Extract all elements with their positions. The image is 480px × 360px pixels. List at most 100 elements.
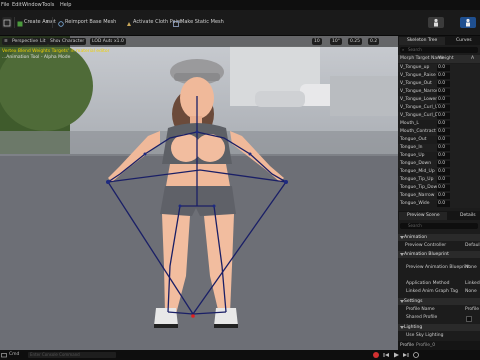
morph-target-weight-input[interactable]: 0.0 <box>437 145 450 151</box>
morph-target-weight-input[interactable]: 0.0 <box>437 161 450 167</box>
skip-forward-icon[interactable] <box>402 351 410 359</box>
character-button[interactable]: Character <box>60 38 87 45</box>
make-static-mesh-button[interactable]: Make Static Mesh <box>180 19 224 27</box>
morph-target-row[interactable]: Mouth_Contract 0.0 <box>398 128 480 136</box>
morph-target-weight-input[interactable]: 0.0 <box>437 177 450 183</box>
cmd-dropdown[interactable]: Cmd <box>9 352 19 357</box>
morph-target-name: V_Tongue_Out <box>400 81 432 86</box>
viewport[interactable]: ≡ Perspective Lit Show Character LOD Aut… <box>0 36 398 350</box>
morph-target-weight-input[interactable]: 0.0 <box>437 201 450 207</box>
section-animation-blueprint[interactable]: Animation Blueprint <box>398 251 480 258</box>
morph-target-name: V_Tongue_up <box>400 65 430 70</box>
morph-target-weight-input[interactable]: 0.0 <box>437 137 450 143</box>
morph-target-weight-input[interactable]: 0.0 <box>437 193 450 199</box>
camera-speed-button[interactable]: 0.2 <box>368 38 380 45</box>
shared-profile-checkbox[interactable] <box>466 316 472 322</box>
morph-target-auto-cell <box>450 112 480 120</box>
morph-target-row[interactable]: Tongue_Mid_Up 0.0 <box>398 168 480 176</box>
morph-target-row[interactable]: V_Tongue_Raise 0.0 <box>398 72 480 80</box>
morph-target-weight-input[interactable]: 0.0 <box>437 169 450 175</box>
playback-speed-button[interactable]: x1.0 <box>112 38 126 45</box>
scale-snap-button[interactable]: 0.25 <box>348 38 363 45</box>
tab-skeleton-tree[interactable]: Skeleton Tree <box>399 37 445 45</box>
morph-target-weight-input[interactable]: 0.0 <box>437 185 450 191</box>
morph-target-row[interactable]: V_Tongue_up 0.0 <box>398 64 480 72</box>
morph-target-weight-input[interactable]: 0.0 <box>437 121 450 127</box>
morph-table-header: Morph Target Name Weight A <box>398 55 480 63</box>
linked-anim-graph-row: Linked Anim Graph Tag None <box>406 288 477 296</box>
skip-back-icon[interactable] <box>382 351 390 359</box>
morph-target-auto-cell <box>450 128 480 136</box>
grid-snap-button[interactable]: 10 <box>312 38 322 45</box>
details-search-input[interactable]: Search <box>400 223 478 229</box>
morph-target-weight-input[interactable]: 0.0 <box>437 65 450 71</box>
tab-preview-scene[interactable]: Preview Scene <box>399 212 447 220</box>
morph-target-name: V_Tongue_Lower <box>400 97 438 102</box>
section-animation[interactable]: Animation <box>398 234 480 241</box>
static-mesh-icon <box>173 21 179 27</box>
console-input[interactable]: Enter Console Command <box>28 352 116 358</box>
mesh-mode-button[interactable] <box>460 17 476 28</box>
perspective-button[interactable]: Perspective <box>10 38 41 45</box>
lower-tabs: Preview Scene Details <box>398 211 480 220</box>
morph-target-weight-input[interactable]: 0.0 <box>437 105 450 111</box>
profile-name-field[interactable]: Profile <box>465 306 479 314</box>
morph-target-weight-input[interactable]: 0.0 <box>437 97 450 103</box>
curves-search-input[interactable]: ⌕ Search <box>400 47 478 53</box>
morph-target-name: Tongue_In <box>400 145 423 150</box>
morph-target-weight-input[interactable]: 0.0 <box>437 113 450 119</box>
menu-edit[interactable]: Edit <box>12 2 22 8</box>
rotate-snap-button[interactable]: 10° <box>330 38 342 45</box>
menu-help[interactable]: Help <box>60 2 71 8</box>
morph-target-name: V_Tongue_Narrow <box>400 89 440 94</box>
morph-target-auto-cell <box>450 64 480 72</box>
morph-target-row[interactable]: Tongue_Tip_Down 0.0 <box>398 184 480 192</box>
skeleton-mode-icon <box>434 18 438 27</box>
lit-button[interactable]: Lit <box>38 38 48 45</box>
content-drawer-icon[interactable] <box>1 352 7 358</box>
save-button[interactable] <box>2 17 12 28</box>
play-icon[interactable] <box>392 351 400 359</box>
viewport-warning-text: Vertex Blend Weights Targets' in materia… <box>2 49 110 54</box>
morph-target-row[interactable]: V_Tongue_Out 0.0 <box>398 80 480 88</box>
morph-target-row[interactable]: Tongue_Wide 0.0 <box>398 200 480 208</box>
menu-file[interactable]: File <box>1 2 9 8</box>
morph-target-row[interactable]: Tongue_Out 0.0 <box>398 136 480 144</box>
reimport-base-mesh-button[interactable]: Reimport Base Mesh <box>65 19 116 27</box>
loop-icon[interactable] <box>412 351 420 359</box>
morph-target-weight-input[interactable]: 0.0 <box>437 89 450 95</box>
menu-tools[interactable]: Tools <box>42 2 54 8</box>
skeleton-mode-button[interactable] <box>428 17 444 28</box>
morph-target-auto-cell <box>450 160 480 168</box>
morph-target-row[interactable]: Tongue_Up 0.0 <box>398 152 480 160</box>
morph-target-auto-cell <box>450 168 480 176</box>
status-bar: Cmd Enter Console Command <box>0 350 480 360</box>
morph-target-weight-input[interactable]: 0.0 <box>437 81 450 87</box>
create-asset-icon <box>17 21 23 27</box>
linked-anim-graph-dropdown[interactable]: None <box>465 288 477 296</box>
section-settings[interactable]: Settings <box>398 298 480 305</box>
morph-target-row[interactable]: Tongue_In 0.0 <box>398 144 480 152</box>
section-lighting[interactable]: Lighting <box>398 324 480 331</box>
morph-target-weight-input[interactable]: 0.0 <box>437 73 450 79</box>
preview-controller-dropdown[interactable]: Defaul <box>465 242 480 250</box>
application-method-dropdown[interactable]: Linked <box>465 280 480 288</box>
morph-target-row[interactable]: V_Tongue_Curl_D 0.0 <box>398 112 480 120</box>
record-icon[interactable] <box>372 351 380 359</box>
morph-target-weight-input[interactable]: 0.0 <box>437 129 450 135</box>
morph-target-row[interactable]: V_Tongue_Narrow 0.0 <box>398 88 480 96</box>
menu-window[interactable]: Window <box>22 2 42 8</box>
morph-target-row[interactable]: Mouth_L 0.0 <box>398 120 480 128</box>
morph-target-row[interactable]: Tongue_Down 0.0 <box>398 160 480 168</box>
tab-details[interactable]: Details <box>453 212 479 220</box>
search-icon: ⌕ <box>402 47 405 52</box>
create-asset-dropdown-icon[interactable]: ▾ <box>46 19 49 27</box>
morph-target-row[interactable]: V_Tongue_Lower 0.0 <box>398 96 480 104</box>
morph-target-row[interactable]: Tongue_Narrow 0.0 <box>398 192 480 200</box>
morph-target-row[interactable]: Tongue_Tip_Up 0.0 <box>398 176 480 184</box>
tab-curves[interactable]: Curves <box>447 37 479 45</box>
preview-anim-blueprint-dropdown[interactable]: None <box>465 264 477 272</box>
application-method-row: Application Method Linked <box>406 280 480 288</box>
morph-target-weight-input[interactable]: 0.0 <box>437 153 450 159</box>
morph-target-row[interactable]: V_Tongue_Curl_U 0.0 <box>398 104 480 112</box>
